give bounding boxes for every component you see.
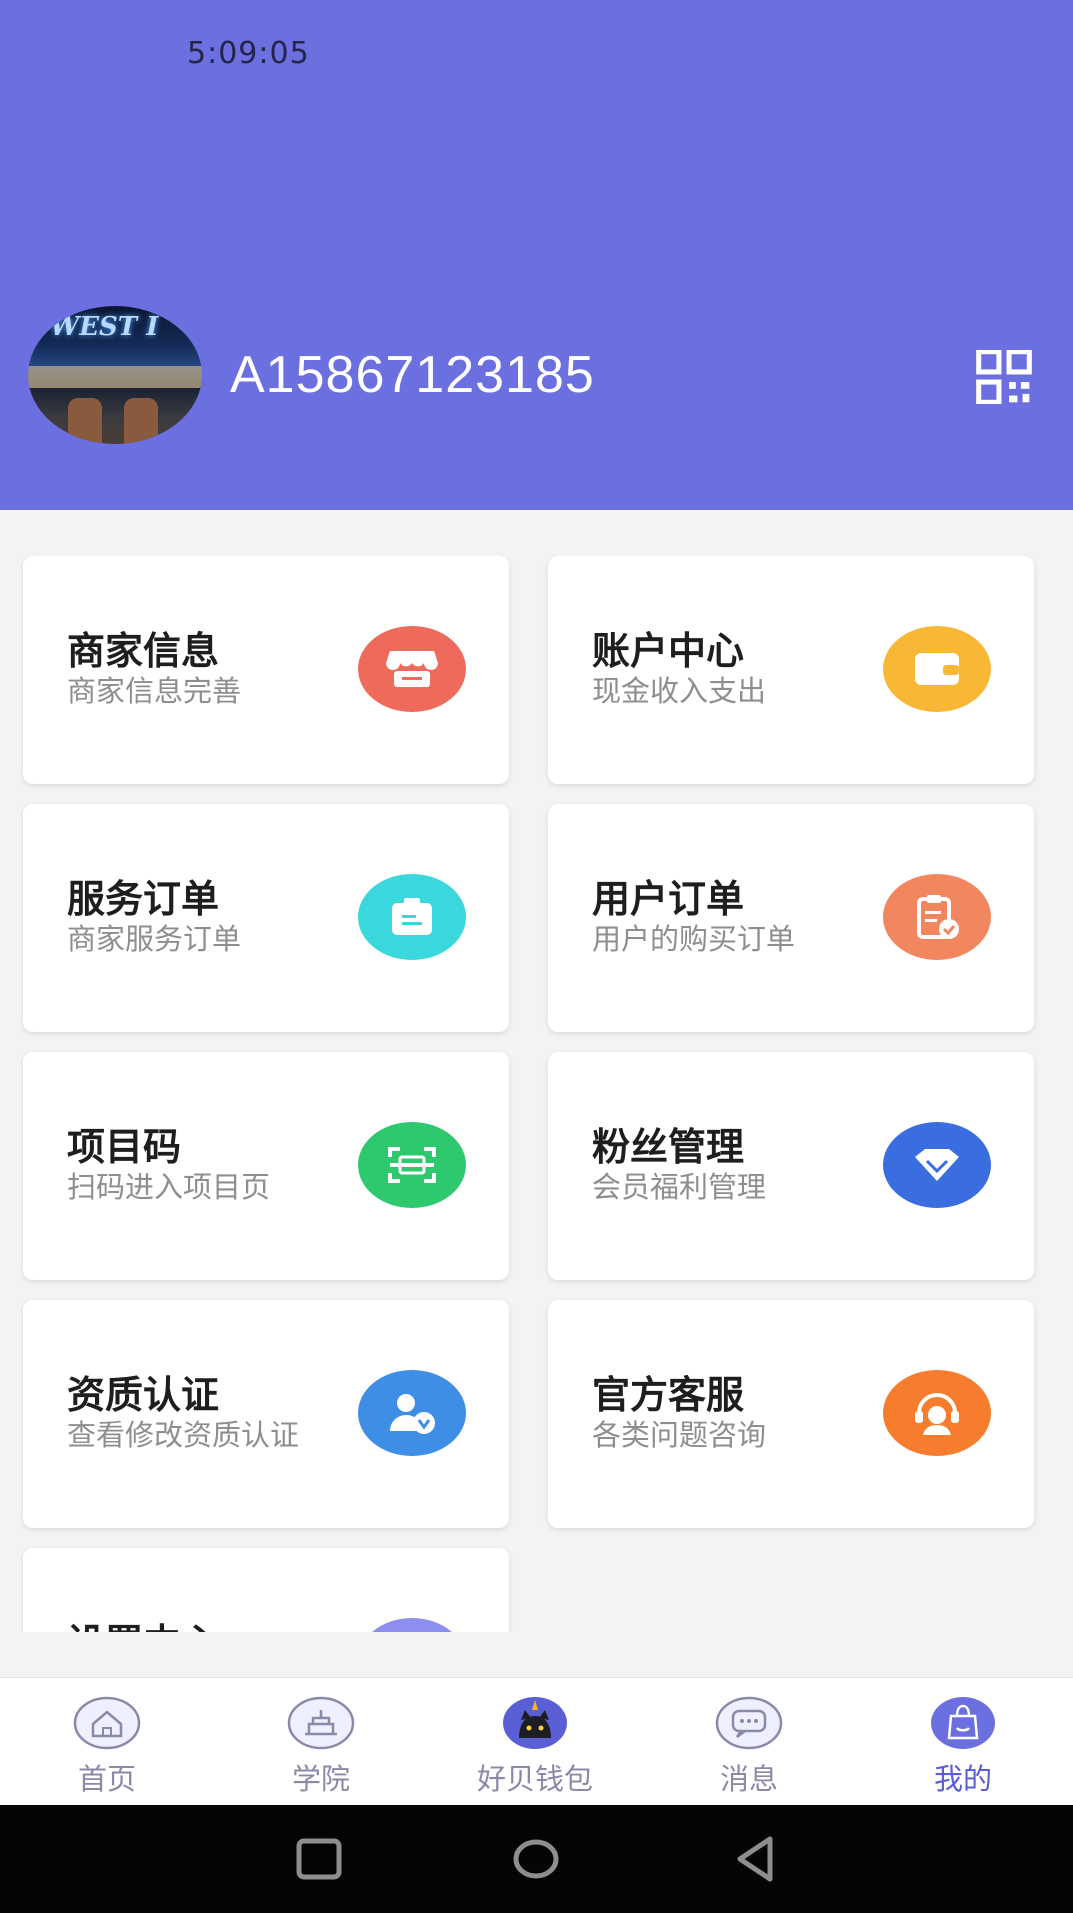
tab-messages[interactable]: 消息 — [642, 1678, 856, 1806]
qr-code-icon[interactable] — [972, 350, 1036, 404]
menu-card-title: 账户中心 — [592, 629, 745, 673]
menu-card-subtitle: 商家信息完善 — [67, 674, 242, 708]
cat-wallet-icon — [503, 1697, 567, 1749]
menu-card-project-code[interactable]: 项目码 扫码进入项目页 — [23, 1052, 509, 1280]
avatar-chair — [68, 398, 102, 444]
store-icon — [358, 626, 466, 712]
menu-card-subtitle: 商家服务订单 — [67, 922, 242, 956]
avatar[interactable]: WEST I — [28, 306, 202, 444]
menu-card-service-orders[interactable]: 服务订单 商家服务订单 — [23, 804, 509, 1032]
menu-card-customer-service[interactable]: 官方客服 各类问题咨询 — [548, 1300, 1034, 1528]
menu-card-qualification[interactable]: 资质认证 查看修改资质认证 — [23, 1300, 509, 1528]
menu-grid: 商家信息 商家信息完善 账户中心 现金收入支出 服务订单 商家服务订单 用户订单… — [0, 556, 1073, 1632]
scan-icon — [358, 1122, 466, 1208]
diamond-icon — [883, 1122, 991, 1208]
tab-home[interactable]: 首页 — [0, 1678, 214, 1806]
home-button-icon[interactable] — [506, 1833, 566, 1885]
menu-card-subtitle: 用户的购买订单 — [592, 922, 796, 956]
tab-label: 首页 — [77, 1762, 136, 1796]
menu-card-settings[interactable]: 设置中心 — [23, 1548, 509, 1632]
settings-icon — [358, 1618, 466, 1632]
menu-card-account-center[interactable]: 账户中心 现金收入支出 — [548, 556, 1034, 784]
menu-card-fan-management[interactable]: 粉丝管理 会员福利管理 — [548, 1052, 1034, 1280]
tab-label: 消息 — [719, 1762, 778, 1796]
message-icon — [715, 1696, 783, 1750]
tab-label: 我的 — [933, 1762, 992, 1796]
system-nav-bar — [0, 1805, 1073, 1913]
profile-header: 5:09:05 WEST I A15867123185 — [0, 0, 1073, 510]
menu-card-title: 项目码 — [67, 1125, 182, 1169]
bag-icon — [931, 1697, 995, 1749]
order-check-icon — [883, 874, 991, 960]
headset-icon — [883, 1370, 991, 1456]
recent-apps-icon[interactable] — [289, 1833, 349, 1885]
menu-card-merchant-info[interactable]: 商家信息 商家信息完善 — [23, 556, 509, 784]
menu-card-title: 商家信息 — [67, 629, 220, 673]
tab-label: 学院 — [291, 1762, 350, 1796]
avatar-chair — [124, 398, 158, 444]
tab-label: 好贝钱包 — [476, 1762, 593, 1796]
back-icon[interactable] — [728, 1833, 788, 1885]
menu-card-subtitle: 扫码进入项目页 — [67, 1170, 271, 1204]
status-time: 5:09:05 — [187, 36, 310, 71]
tab-mine[interactable]: 我的 — [856, 1678, 1070, 1806]
bottom-tab-bar: 首页 学院 好贝钱包 消息 我的 — [0, 1677, 1073, 1806]
menu-card-title: 官方客服 — [592, 1373, 745, 1417]
menu-card-subtitle: 查看修改资质认证 — [67, 1418, 300, 1452]
avatar-stage — [28, 366, 202, 388]
avatar-sign-text: WEST I — [50, 312, 159, 342]
briefcase-icon — [358, 874, 466, 960]
school-icon — [287, 1696, 355, 1750]
user-verify-icon — [358, 1370, 466, 1456]
menu-card-subtitle: 会员福利管理 — [592, 1170, 767, 1204]
menu-card-subtitle: 各类问题咨询 — [592, 1418, 767, 1452]
menu-card-user-orders[interactable]: 用户订单 用户的购买订单 — [548, 804, 1034, 1032]
menu-card-title: 设置中心 — [67, 1612, 219, 1632]
tab-academy[interactable]: 学院 — [214, 1678, 428, 1806]
wallet-icon — [883, 626, 991, 712]
menu-card-title: 服务订单 — [67, 877, 220, 921]
menu-card-title: 用户订单 — [592, 877, 745, 921]
home-icon — [73, 1696, 141, 1750]
menu-card-subtitle: 现金收入支出 — [592, 674, 767, 708]
tab-wallet[interactable]: 好贝钱包 — [428, 1678, 642, 1806]
username: A15867123185 — [230, 346, 595, 404]
menu-card-title: 粉丝管理 — [592, 1125, 745, 1169]
menu-card-title: 资质认证 — [67, 1373, 220, 1417]
